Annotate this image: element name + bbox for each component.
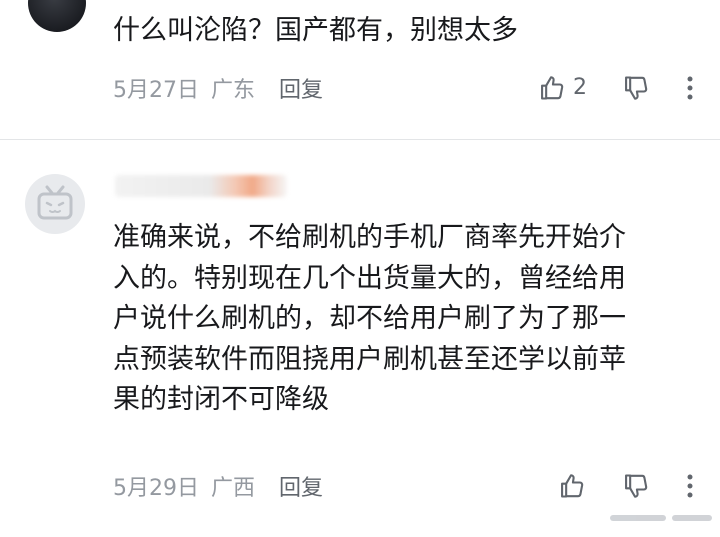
reply-button[interactable]: 回复 — [279, 72, 323, 104]
more-button[interactable] — [676, 72, 704, 104]
comment-line: 准确来说，不给刷机的手机厂商率先开始介 — [113, 222, 626, 253]
reply-button[interactable]: 回复 — [279, 470, 323, 502]
comment-text: 准确来说，不给刷机的手机厂商率先开始介 入的。特别现在几个出货量大的，曾经给用 … — [113, 218, 626, 421]
thumbs-up-icon — [541, 76, 564, 100]
comment-line: 什么叫沦陷？国产都有，别想太多 — [113, 15, 518, 46]
thumbs-down-icon — [625, 474, 648, 498]
like-count: 2 — [573, 75, 587, 100]
watermark-mark — [610, 515, 666, 521]
comment-region: 广东 — [211, 78, 256, 103]
username-redacted — [115, 175, 287, 197]
comment-line: 果的封闭不可降级 — [113, 384, 329, 415]
comment-line: 点预装软件而阻挠用户刷机甚至还学以前苹 — [113, 343, 626, 375]
like-button[interactable] — [556, 470, 588, 502]
like-button[interactable] — [536, 72, 568, 104]
dislike-button[interactable] — [620, 72, 652, 104]
more-vertical-icon — [687, 474, 693, 498]
watermark — [610, 505, 712, 531]
more-button[interactable] — [676, 470, 704, 502]
avatar[interactable] — [28, 0, 86, 32]
divider — [0, 139, 720, 140]
dislike-button[interactable] — [620, 470, 652, 502]
thumbs-up-icon — [561, 474, 584, 498]
watermark-mark — [672, 515, 712, 521]
thumbs-down-icon — [625, 76, 648, 100]
comment-meta: 5月27日 广东 回复 — [113, 73, 323, 103]
comment-region: 广西 — [211, 476, 256, 501]
comment-line: 入的。特别现在几个出货量大的，曾经给用 — [113, 262, 626, 294]
comment-date: 5月29日 — [113, 476, 199, 501]
default-tv-avatar-icon — [37, 185, 73, 220]
comment-line: 户说什么刷机的，却不给用户刷了为了那一 — [113, 303, 626, 334]
comment-meta: 5月29日 广西 回复 — [113, 471, 323, 501]
comment-date: 5月27日 — [113, 78, 199, 103]
avatar[interactable] — [25, 174, 85, 234]
more-vertical-icon — [687, 76, 693, 100]
comment-text: 什么叫沦陷？国产都有，别想太多 — [113, 10, 518, 51]
